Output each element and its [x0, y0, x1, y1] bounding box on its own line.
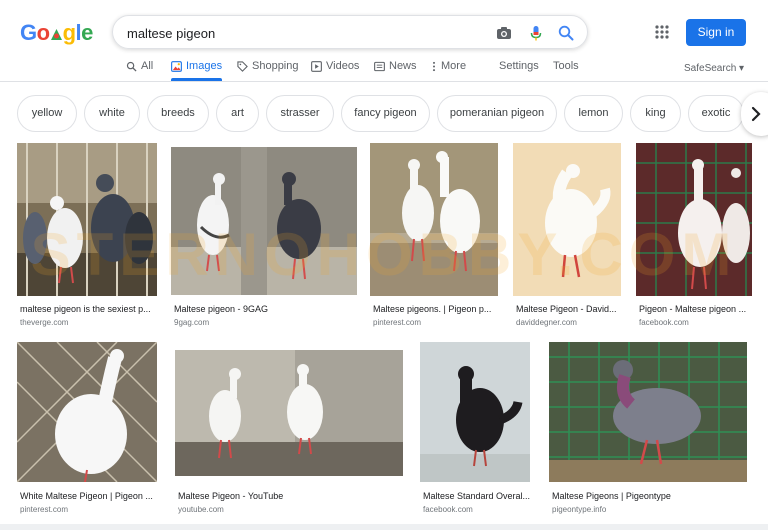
tab-news-label: News [389, 60, 417, 72]
search-box[interactable] [112, 15, 588, 49]
result-source[interactable]: facebook.com [639, 318, 689, 327]
chip-fancy-pigeon[interactable]: fancy pigeon [341, 95, 430, 132]
result-caption[interactable]: maltese pigeon is the sexiest p... [20, 304, 156, 314]
tag-icon [237, 60, 248, 72]
result-source[interactable]: theverge.com [20, 318, 68, 327]
doodle-icon [50, 22, 63, 40]
result-thumbnail[interactable] [549, 342, 747, 482]
sign-in-button[interactable]: Sign in [686, 19, 746, 46]
result-source[interactable]: pigeontype.info [552, 505, 606, 514]
result-thumbnail[interactable] [171, 147, 357, 295]
image-result[interactable]: Maltese pigeon - 9GAG 9gag.com [171, 143, 357, 328]
image-result[interactable]: Pigeon - Maltese pigeon ... facebook.com [636, 143, 752, 328]
tab-images-label: Images [186, 60, 223, 72]
result-thumbnail[interactable] [370, 143, 498, 296]
chip-king[interactable]: king [630, 95, 681, 132]
result-caption[interactable]: Maltese Pigeons | Pigeontype [552, 491, 748, 501]
news-icon [374, 61, 385, 71]
result-caption[interactable]: Maltese pigeon - 9GAG [174, 304, 354, 314]
tab-videos[interactable]: Videos [311, 60, 359, 72]
search-icon[interactable] [557, 24, 575, 42]
more-vert-icon [432, 61, 436, 71]
chip-exotic[interactable]: exotic [688, 95, 744, 132]
result-caption[interactable]: Maltese pigeons. | Pigeon p... [373, 304, 495, 314]
tab-tools[interactable]: Tools [553, 60, 579, 72]
mic-icon[interactable] [527, 24, 545, 42]
chip-breeds[interactable]: breeds [147, 95, 209, 132]
result-source[interactable]: daviddegner.com [516, 318, 577, 327]
chip-white[interactable]: white [84, 95, 140, 132]
chip-lemon[interactable]: lemon [564, 95, 623, 132]
tab-tools-label: Tools [553, 60, 579, 72]
result-thumbnail[interactable] [175, 350, 403, 476]
result-source[interactable]: facebook.com [423, 505, 473, 514]
image-result[interactable]: Maltese pigeons. | Pigeon p... pinterest… [370, 143, 498, 328]
play-icon [311, 60, 322, 72]
image-result[interactable]: White Maltese Pigeon | Pigeon ... pinter… [17, 342, 157, 520]
image-result[interactable]: Maltese Standard Overal... facebook.com [420, 342, 534, 520]
tab-shopping[interactable]: Shopping [237, 60, 299, 72]
result-source[interactable]: 9gag.com [174, 318, 209, 327]
tab-all-label: All [141, 60, 154, 72]
result-thumbnail[interactable] [513, 143, 621, 296]
chip-pomeranian-pigeon[interactable]: pomeranian pigeon [437, 95, 557, 132]
header: Gogle Sign in All Images Shopping [0, 0, 768, 82]
result-caption[interactable]: Maltese Pigeon - YouTube [178, 491, 404, 501]
result-source[interactable]: pinterest.com [20, 505, 68, 514]
chip-art[interactable]: art [216, 95, 259, 132]
tab-shopping-label: Shopping [252, 60, 299, 72]
active-tab-indicator [171, 78, 222, 81]
tab-videos-label: Videos [326, 60, 360, 72]
result-caption[interactable]: Maltese Standard Overal... [423, 491, 533, 501]
image-result[interactable]: Maltese Pigeon - David... daviddegner.co… [513, 143, 621, 328]
chip-strasser[interactable]: strasser [266, 95, 334, 132]
result-caption[interactable]: White Maltese Pigeon | Pigeon ... [20, 491, 156, 501]
google-logo[interactable]: Go gle [20, 20, 93, 46]
image-result[interactable]: Maltese Pigeons | Pigeontype pigeontype.… [549, 342, 749, 520]
result-caption[interactable]: Maltese Pigeon - David... [516, 304, 620, 314]
search-tabs: All Images Shopping Videos News More Set… [0, 57, 768, 81]
result-thumbnail[interactable] [17, 143, 157, 296]
result-source[interactable]: pinterest.com [373, 318, 421, 327]
result-thumbnail[interactable] [636, 143, 752, 296]
tab-settings[interactable]: Settings [499, 60, 539, 72]
camera-icon[interactable] [495, 24, 513, 42]
apps-grid-icon[interactable] [654, 24, 670, 40]
result-caption[interactable]: Pigeon - Maltese pigeon ... [639, 304, 751, 314]
image-icon [171, 60, 182, 72]
image-result[interactable]: Maltese Pigeon - YouTube youtube.com [175, 342, 407, 520]
search-input[interactable] [127, 24, 477, 42]
tab-settings-label: Settings [499, 60, 539, 72]
image-result[interactable]: maltese pigeon is the sexiest p... theve… [17, 143, 157, 328]
tab-more-label: More [441, 60, 467, 72]
chip-yellow[interactable]: yellow [17, 95, 77, 132]
tab-all[interactable]: All [126, 60, 153, 72]
result-thumbnail[interactable] [17, 342, 157, 482]
result-source[interactable]: youtube.com [178, 505, 224, 514]
tab-news[interactable]: News [374, 60, 417, 72]
chevron-right-icon [751, 106, 761, 122]
safesearch-toggle[interactable]: SafeSearch ▾ [684, 63, 744, 74]
search-icon [126, 61, 137, 72]
next-row-edge [0, 524, 768, 530]
related-chips: yellow white breeds art strasser fancy p… [0, 95, 768, 133]
result-thumbnail[interactable] [420, 342, 530, 482]
tab-more[interactable]: More [431, 60, 466, 72]
tab-images[interactable]: Images [171, 60, 222, 72]
